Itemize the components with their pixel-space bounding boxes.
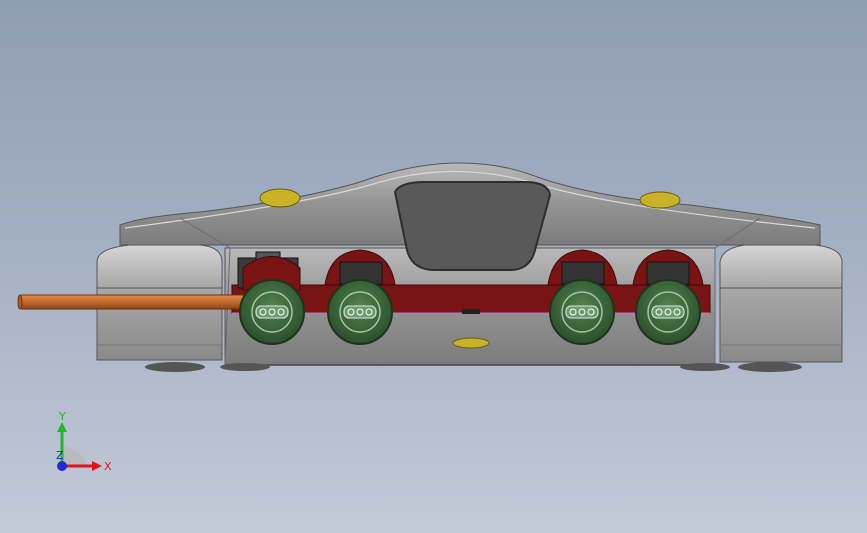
controller-port-3[interactable] bbox=[547, 249, 618, 345]
right-top-knob bbox=[639, 191, 681, 209]
cable bbox=[17, 294, 249, 310]
center-slot bbox=[462, 309, 480, 314]
y-axis-label: Y bbox=[58, 410, 66, 423]
axis-triad: Y X Z bbox=[56, 410, 112, 473]
power-indicator bbox=[452, 337, 490, 349]
x-axis-label: X bbox=[104, 460, 112, 473]
z-axis-label: Z bbox=[56, 449, 64, 462]
top-vent-window bbox=[393, 181, 552, 271]
3d-viewport[interactable] bbox=[0, 0, 867, 533]
controller-port-2[interactable] bbox=[324, 249, 396, 345]
controller-port-1[interactable] bbox=[239, 256, 305, 345]
left-foot bbox=[220, 363, 270, 371]
left-top-knob bbox=[259, 188, 301, 208]
z-axis-dot bbox=[57, 461, 67, 471]
controller-port-4[interactable] bbox=[632, 249, 704, 345]
